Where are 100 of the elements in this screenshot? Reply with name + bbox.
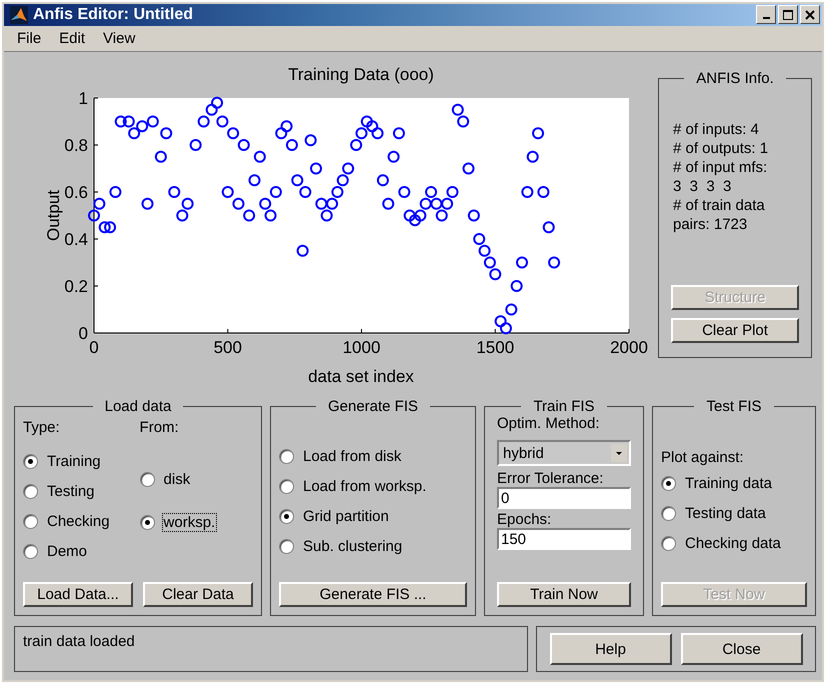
train-now-button[interactable]: Train Now: [497, 582, 631, 607]
data-point: [468, 210, 480, 222]
plot-title: Training Data (ooo): [288, 65, 434, 84]
data-point: [254, 150, 266, 163]
data-point: [310, 162, 322, 174]
push-button[interactable]: Close: [680, 633, 802, 665]
data-point: [398, 186, 410, 198]
data-point: [296, 244, 309, 257]
push-button[interactable]: Help: [550, 633, 672, 665]
maximize-icon: [783, 10, 793, 20]
app-icon: [10, 6, 28, 24]
panel-title: ANFIS Info.: [695, 70, 775, 87]
close-button[interactable]: [800, 5, 820, 24]
radio-button[interactable]: [23, 544, 38, 559]
radio-label[interactable]: Sub. clustering: [301, 537, 404, 556]
menu-item[interactable]: View: [96, 30, 142, 47]
x-tick-label: 2000: [610, 338, 648, 357]
data-point: [176, 210, 188, 222]
data-point: [494, 315, 507, 328]
data-point: [510, 280, 523, 292]
data-point: [516, 256, 528, 268]
data-point: [360, 116, 373, 128]
panel-title: Train FIS: [532, 398, 596, 415]
data-point: [93, 198, 106, 210]
data-point: [388, 150, 400, 163]
radio-label[interactable]: Checking data: [683, 534, 783, 553]
data-point: [109, 186, 122, 198]
radio-button[interactable]: [279, 509, 294, 524]
data-point: [537, 186, 550, 198]
radio-label[interactable]: Load from worksp.: [301, 477, 428, 496]
close-icon: [805, 10, 815, 20]
data-point: [342, 162, 354, 174]
radio-button[interactable]: [661, 476, 676, 491]
menu-item[interactable]: Edit: [52, 30, 92, 47]
radio-button[interactable]: [661, 536, 676, 551]
radio-label[interactable]: Testing: [45, 482, 97, 501]
radio-label[interactable]: Checking: [45, 512, 112, 531]
radio-button[interactable]: [279, 479, 294, 494]
radio-label[interactable]: Training data: [683, 474, 774, 493]
data-point: [500, 322, 512, 334]
radio-button[interactable]: [23, 514, 38, 529]
radio-label[interactable]: worksp.: [162, 513, 218, 532]
radio-label[interactable]: Grid partition: [301, 507, 391, 526]
radio-button[interactable]: [279, 539, 294, 554]
radio-label[interactable]: Load from disk: [301, 447, 404, 466]
data-point: [478, 244, 491, 257]
data-point: [198, 116, 210, 128]
menu-item[interactable]: File: [10, 30, 48, 47]
info-text: # of inputs: 4: [673, 121, 760, 138]
push-button[interactable]: Clear Data: [143, 582, 253, 607]
data-point: [104, 221, 116, 234]
data-point: [404, 210, 416, 222]
tolerance-field[interactable]: 0: [497, 487, 631, 509]
panel-title: Test FIS: [705, 398, 762, 415]
data-point: [270, 186, 282, 198]
data-point: [548, 256, 560, 268]
data-point: [372, 127, 384, 140]
radio-button[interactable]: [140, 472, 155, 487]
radio-button[interactable]: [23, 484, 38, 499]
radio-button[interactable]: [23, 454, 38, 469]
radio-label[interactable]: disk: [162, 470, 192, 489]
radio-button[interactable]: [661, 506, 676, 521]
tolerance-label: Error Tolerance:: [497, 470, 604, 487]
generate-fis-button[interactable]: Generate FIS ...: [279, 582, 467, 607]
data-point: [222, 186, 234, 198]
push-button[interactable]: Clear Plot: [671, 318, 799, 343]
data-point: [436, 210, 448, 222]
data-point: [484, 256, 496, 268]
radio-button[interactable]: [279, 449, 294, 464]
data-point: [146, 116, 159, 128]
data-point: [473, 233, 486, 245]
info-text: # of outputs: 1: [673, 140, 770, 157]
epochs-field[interactable]: 150: [497, 528, 631, 550]
window-title: Anfis Editor: Untitled: [33, 6, 194, 24]
data-point: [88, 210, 100, 222]
method-dropdown[interactable]: hybrid: [497, 440, 631, 466]
info-text: # of input mfs:: [673, 159, 768, 176]
push-button[interactable]: Load Data...: [23, 582, 133, 607]
y-axis-label: Output: [44, 190, 63, 242]
minimize-button[interactable]: [756, 5, 776, 24]
data-point: [441, 198, 454, 210]
y-tick-label: 1: [78, 89, 88, 108]
data-point: [206, 104, 218, 116]
x-tick-label: 1000: [342, 338, 380, 357]
data-point: [446, 186, 458, 198]
data-point: [190, 139, 202, 151]
radio-label[interactable]: Testing data: [683, 504, 768, 523]
data-point: [336, 174, 349, 186]
maximize-button[interactable]: [778, 5, 798, 24]
radio-label[interactable]: Demo: [45, 542, 90, 561]
data-point: [326, 198, 338, 210]
data-point: [366, 120, 378, 132]
data-point: [382, 198, 394, 210]
info-text: # of train data: [673, 197, 766, 214]
radio-label[interactable]: Training: [45, 452, 103, 471]
plot-against-label: Plot against:: [661, 449, 745, 466]
data-point: [122, 116, 135, 128]
radio-button[interactable]: [140, 515, 155, 530]
data-point: [304, 134, 317, 146]
x-tick-label: 0: [89, 338, 99, 357]
